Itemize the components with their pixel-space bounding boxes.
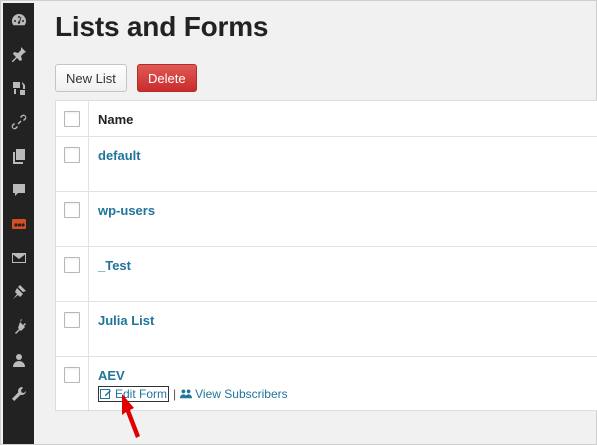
pin-icon bbox=[11, 47, 26, 62]
table-row: _Test bbox=[56, 247, 597, 302]
mail-icon bbox=[11, 253, 26, 263]
list-name-link[interactable]: _Test bbox=[98, 258, 131, 273]
admin-sidebar bbox=[3, 3, 34, 444]
view-subscribers-link[interactable]: View Subscribers bbox=[180, 387, 288, 401]
sidebar-item-media[interactable] bbox=[3, 71, 34, 105]
comments-icon bbox=[12, 184, 25, 196]
sidebar-item-dashboard[interactable] bbox=[3, 3, 34, 37]
row-checkbox[interactable] bbox=[64, 202, 80, 218]
sidebar-item-pages[interactable] bbox=[3, 139, 34, 173]
sidebar-item-links[interactable] bbox=[3, 105, 34, 139]
checkbox-column bbox=[56, 192, 89, 246]
checkbox-column bbox=[56, 137, 89, 191]
row-checkbox[interactable] bbox=[64, 257, 80, 273]
new-list-button[interactable]: New List bbox=[55, 64, 127, 92]
delete-button[interactable]: Delete bbox=[137, 64, 197, 92]
row-checkbox[interactable] bbox=[64, 147, 80, 163]
table-row: Julia List bbox=[56, 302, 597, 357]
column-header-name[interactable]: Name bbox=[98, 112, 133, 127]
sidebar-item-appearance[interactable] bbox=[3, 275, 34, 309]
list-name-link[interactable]: wp-users bbox=[98, 203, 155, 218]
row-checkbox[interactable] bbox=[64, 367, 80, 383]
sidebar-item-mail[interactable] bbox=[3, 241, 34, 275]
sidebar-item-yoo[interactable] bbox=[3, 207, 34, 241]
dashboard-icon bbox=[11, 14, 26, 26]
sidebar-item-posts[interactable] bbox=[3, 37, 34, 71]
list-name-link[interactable]: Julia List bbox=[98, 313, 154, 328]
view-subscribers-label: View Subscribers bbox=[195, 387, 288, 401]
list-name-link[interactable]: default bbox=[98, 148, 141, 163]
page-title: Lists and Forms bbox=[55, 11, 269, 42]
sidebar-item-tools[interactable] bbox=[3, 377, 34, 411]
link-icon bbox=[11, 114, 26, 130]
sidebar-item-comments[interactable] bbox=[3, 173, 34, 207]
checkbox-column bbox=[56, 357, 89, 412]
action-separator: | bbox=[173, 387, 177, 401]
users-icon bbox=[12, 354, 25, 367]
sidebar-item-users[interactable] bbox=[3, 343, 34, 377]
edit-icon bbox=[100, 389, 111, 399]
main-content: Lists and Forms New List Delete Name def… bbox=[34, 3, 597, 442]
app-window: Lists and Forms New List Delete Name def… bbox=[0, 0, 597, 445]
select-all-checkbox[interactable] bbox=[64, 111, 80, 127]
yoo-icon bbox=[11, 219, 26, 229]
lists-table: Name default wp-users _Test Julia List A… bbox=[55, 100, 597, 412]
checkbox-column bbox=[56, 247, 89, 301]
row-checkbox[interactable] bbox=[64, 312, 80, 328]
appearance-icon bbox=[12, 285, 26, 299]
plugins-icon bbox=[14, 319, 26, 334]
list-name-link[interactable]: AEV bbox=[98, 368, 125, 383]
annotation-arrow bbox=[122, 394, 140, 438]
checkbox-column bbox=[56, 101, 89, 136]
table-row: default bbox=[56, 137, 597, 192]
checkbox-column bbox=[56, 302, 89, 356]
table-header-row: Name bbox=[56, 101, 597, 137]
sidebar-item-plugins[interactable] bbox=[3, 309, 34, 343]
pages-icon bbox=[12, 149, 25, 164]
users-group-icon bbox=[180, 389, 193, 399]
table-row: wp-users bbox=[56, 192, 597, 247]
tools-icon bbox=[11, 387, 26, 401]
media-icon bbox=[12, 82, 25, 95]
